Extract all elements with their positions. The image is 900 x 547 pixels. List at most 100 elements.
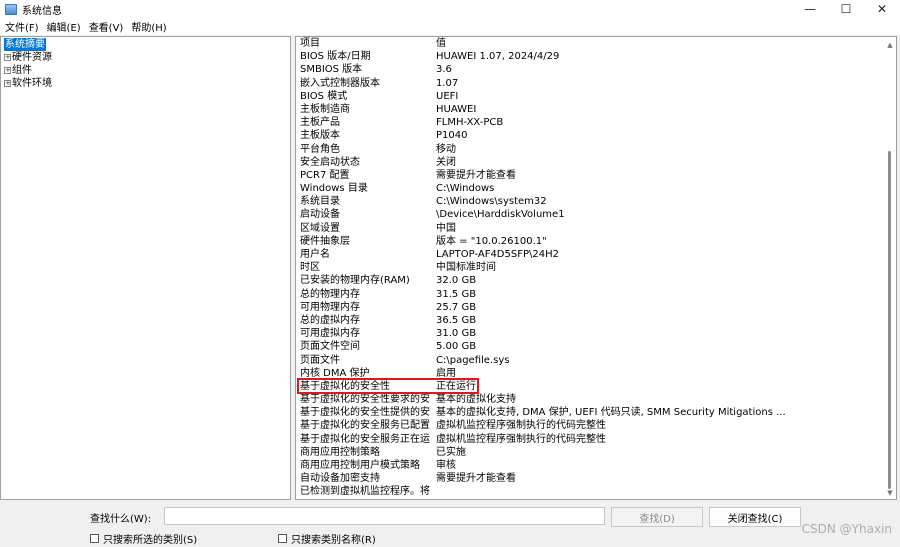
- checkbox-box[interactable]: [90, 534, 99, 543]
- list-row[interactable]: 已检测到虚拟机监控程序。将...: [296, 485, 896, 498]
- close-find-button[interactable]: 关闭查找(C): [709, 507, 801, 527]
- tree-item-hardware-resources[interactable]: + 硬件资源: [4, 51, 290, 64]
- row-item-value: 审核: [436, 460, 456, 471]
- list-header: 项目 值: [296, 37, 896, 50]
- list-row[interactable]: 基于虚拟化的安全性要求的安... 基本的虚拟化支持: [296, 393, 896, 406]
- search-category-names-checkbox[interactable]: 只搜索类别名称(R): [278, 531, 376, 546]
- list-row[interactable]: SMBIOS 版本 3.6: [296, 63, 896, 76]
- minimize-button[interactable]: —: [792, 0, 828, 18]
- checkbox-box[interactable]: [278, 534, 287, 543]
- row-item-value: 5.00 GB: [436, 341, 477, 353]
- row-item-value: 启用: [436, 367, 456, 379]
- row-item-value: 需要提升才能查看: [436, 169, 516, 181]
- row-item-value: HUAWEI: [436, 103, 477, 115]
- expand-plus-icon[interactable]: +: [4, 67, 11, 74]
- row-item-value: 虚拟机监控程序强制执行的代码完整性: [436, 420, 606, 432]
- list-row[interactable]: 区域设置 中国: [296, 222, 896, 235]
- list-row[interactable]: 总的虚拟内存 36.5 GB: [296, 314, 896, 327]
- list-row[interactable]: 平台角色 移动: [296, 143, 896, 156]
- tree-item-label: 硬件资源: [12, 52, 52, 63]
- list-row[interactable]: 硬件抽象层 版本 = "10.0.26100.1": [296, 235, 896, 248]
- list-row[interactable]: 主板版本 P1040: [296, 129, 896, 142]
- row-item-name: 商用应用控制用户模式策略: [300, 460, 420, 471]
- list-row[interactable]: 商用应用控制策略 已实施: [296, 446, 896, 459]
- list-row[interactable]: 基于虚拟化的安全服务正在运行 虚拟机监控程序强制执行的代码完整性: [296, 433, 896, 446]
- row-item-value: 基本的虚拟化支持: [436, 394, 516, 406]
- list-row[interactable]: 可用虚拟内存 31.0 GB: [296, 327, 896, 340]
- list-row[interactable]: 主板产品 FLMH-XX-PCB: [296, 116, 896, 129]
- details-list[interactable]: 项目 值 BIOS 版本/日期 HUAWEI 1.07, 2024/4/29 SMB…: [295, 36, 897, 500]
- list-row[interactable]: BIOS 模式 UEFI: [296, 90, 896, 103]
- list-row[interactable]: 已安装的物理内存(RAM) 32.0 GB: [296, 274, 896, 287]
- vertical-scrollbar[interactable]: ▲ ▼: [887, 41, 893, 497]
- list-row[interactable]: 页面文件空间 5.00 GB: [296, 340, 896, 353]
- list-row[interactable]: 总的物理内存 31.5 GB: [296, 288, 896, 301]
- row-item-name: 系统目录: [300, 196, 340, 208]
- row-item-value: 36.5 GB: [436, 314, 477, 326]
- row-item-name: 基于虚拟化的安全性提供的安...: [300, 407, 430, 419]
- list-row[interactable]: 商用应用控制用户模式策略 审核: [296, 459, 896, 472]
- row-item-name: 安全启动状态: [300, 156, 360, 168]
- scroll-down-arrow-icon[interactable]: ▼: [886, 489, 894, 497]
- find-input[interactable]: [164, 507, 605, 525]
- row-item-name: 已检测到虚拟机监控程序。将...: [300, 486, 430, 498]
- row-item-name: 页面文件空间: [300, 341, 360, 353]
- scroll-thumb[interactable]: [888, 151, 891, 489]
- row-item-value: 中国标准时间: [436, 262, 496, 274]
- row-item-value: C:\Windows\system32: [436, 196, 547, 208]
- category-tree[interactable]: 系统摘要 + 硬件资源 + 组件 + 软件环境: [0, 36, 291, 500]
- list-row[interactable]: 自动设备加密支持 需要提升才能查看: [296, 472, 896, 485]
- row-item-value: LAPTOP-AF4D5SFP\24H2: [436, 249, 559, 260]
- list-row[interactable]: BIOS 版本/日期 HUAWEI 1.07, 2024/4/29: [296, 50, 896, 63]
- row-item-name: 基于虚拟化的安全性要求的安...: [300, 394, 430, 406]
- list-row[interactable]: 可用物理内存 25.7 GB: [296, 301, 896, 314]
- scroll-up-arrow-icon[interactable]: ▲: [886, 41, 894, 49]
- row-item-name: 基于虚拟化的安全性: [300, 380, 390, 392]
- menu-file[interactable]: 文件(F): [0, 19, 43, 34]
- expand-plus-icon[interactable]: +: [4, 80, 11, 87]
- tree-item-label: 系统摘要: [4, 38, 46, 51]
- row-item-name: SMBIOS 版本: [300, 64, 363, 76]
- find-button[interactable]: 查找(D): [611, 507, 703, 527]
- expand-plus-icon[interactable]: +: [4, 54, 11, 61]
- list-row[interactable]: 主板制造商 HUAWEI: [296, 103, 896, 116]
- row-item-value: 基本的虚拟化支持, DMA 保护, UEFI 代码只读, SMM Securit…: [436, 407, 786, 419]
- column-header-item[interactable]: 项目: [300, 37, 430, 50]
- row-item-name: 总的虚拟内存: [300, 314, 360, 326]
- list-row[interactable]: 用户名 LAPTOP-AF4D5SFP\24H2: [296, 248, 896, 261]
- list-row[interactable]: 基于虚拟化的安全服务已配置 虚拟机监控程序强制执行的代码完整性: [296, 419, 896, 432]
- list-row[interactable]: PCR7 配置 需要提升才能查看: [296, 169, 896, 182]
- row-item-value: 移动: [436, 143, 456, 155]
- row-item-value: C:\Windows: [436, 183, 495, 195]
- row-item-name: 启动设备: [300, 209, 340, 221]
- maximize-button[interactable]: ☐: [828, 0, 864, 18]
- list-row[interactable]: 嵌入式控制器版本 1.07: [296, 77, 896, 90]
- tree-item-software-environment[interactable]: + 软件环境: [4, 77, 290, 90]
- list-row[interactable]: 页面文件 C:\pagefile.sys: [296, 354, 896, 367]
- list-row[interactable]: 启动设备 \Device\HarddiskVolume1: [296, 208, 896, 221]
- list-row[interactable]: Windows 目录 C:\Windows: [296, 182, 896, 195]
- row-item-name: 商用应用控制策略: [300, 446, 380, 458]
- column-header-value[interactable]: 值: [436, 37, 876, 50]
- row-item-value: 25.7 GB: [436, 301, 477, 313]
- close-button[interactable]: ✕: [864, 0, 900, 18]
- row-item-name: 内核 DMA 保护: [300, 367, 370, 379]
- row-item-value: 正在运行: [436, 380, 476, 392]
- list-row[interactable]: 系统目录 C:\Windows\system32: [296, 195, 896, 208]
- menu-help[interactable]: 帮助(H): [127, 19, 170, 34]
- row-item-value: 31.0 GB: [436, 328, 477, 340]
- list-row[interactable]: 安全启动状态 关闭: [296, 156, 896, 169]
- row-item-name: PCR7 配置: [300, 169, 350, 181]
- row-item-name: 可用虚拟内存: [300, 328, 360, 340]
- list-row[interactable]: 基于虚拟化的安全性提供的安... 基本的虚拟化支持, DMA 保护, UEFI 代…: [296, 406, 896, 419]
- tree-item-components[interactable]: + 组件: [4, 64, 290, 77]
- search-selected-category-checkbox[interactable]: 只搜索所选的类别(S): [90, 531, 197, 546]
- list-row[interactable]: 内核 DMA 保护 启用: [296, 367, 896, 380]
- list-row[interactable]: 时区 中国标准时间: [296, 261, 896, 274]
- menu-edit[interactable]: 编辑(E): [43, 19, 85, 34]
- row-item-value: 1.07: [436, 77, 459, 89]
- tree-item-system-summary[interactable]: 系统摘要: [4, 38, 290, 51]
- list-row[interactable]: 基于虚拟化的安全性 正在运行: [296, 380, 896, 393]
- row-item-value: 需要提升才能查看: [436, 473, 516, 485]
- menu-view[interactable]: 查看(V): [85, 19, 128, 34]
